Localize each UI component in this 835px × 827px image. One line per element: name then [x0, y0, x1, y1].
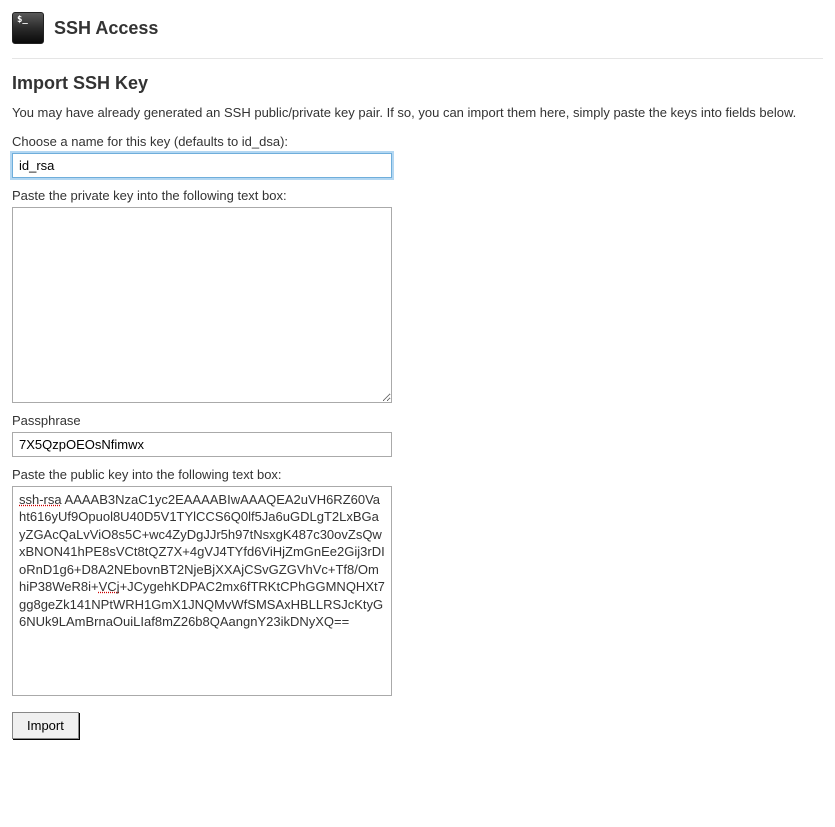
terminal-icon: $_	[12, 12, 44, 44]
public-key-textarea[interactable]: ssh-rsa AAAAB3NzaC1yc2EAAAABIwAAAQEA2uVH…	[12, 486, 392, 696]
page-header: $_ SSH Access	[12, 12, 823, 59]
public-key-body-2: VCj	[99, 579, 120, 594]
private-key-label: Paste the private key into the following…	[12, 188, 823, 203]
key-name-input[interactable]	[12, 153, 392, 178]
public-key-prefix: ssh-rsa	[19, 492, 62, 507]
key-name-label: Choose a name for this key (defaults to …	[12, 134, 823, 149]
terminal-icon-glyph: $_	[17, 16, 28, 25]
private-key-textarea[interactable]	[12, 207, 392, 403]
passphrase-label: Passphrase	[12, 413, 823, 428]
public-key-label: Paste the public key into the following …	[12, 467, 823, 482]
section-intro: You may have already generated an SSH pu…	[12, 104, 823, 122]
page-title: SSH Access	[54, 18, 158, 39]
import-button[interactable]: Import	[12, 712, 79, 739]
passphrase-input[interactable]	[12, 432, 392, 457]
section-title: Import SSH Key	[12, 73, 823, 94]
